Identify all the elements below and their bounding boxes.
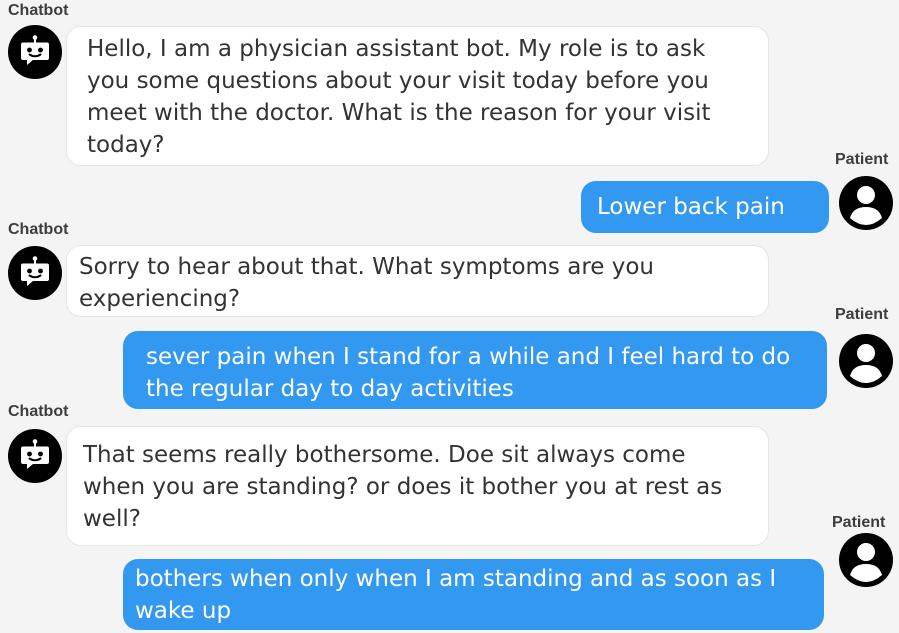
sender-label-patient: Patient (835, 151, 889, 168)
robot-icon (8, 429, 62, 483)
robot-icon (8, 246, 62, 300)
chatbot-message-bubble: Sorry to hear about that. What symptoms … (66, 245, 769, 317)
sender-label-chatbot: Chatbot (8, 2, 69, 19)
sender-label-chatbot: Chatbot (8, 403, 69, 420)
sender-label-patient: Patient (832, 514, 886, 531)
user-icon (839, 334, 893, 388)
chatbot-message-bubble: That seems really bothersome. Doe sit al… (66, 426, 769, 546)
patient-message-bubble: bothers when only when I am standing and… (123, 559, 824, 630)
patient-message-bubble: sever pain when I stand for a while and … (123, 331, 827, 409)
sender-label-chatbot: Chatbot (8, 221, 69, 238)
patient-message-bubble: Lower back pain (581, 181, 829, 233)
robot-icon (8, 25, 62, 79)
chatbot-message-bubble: Hello, I am a physician assistant bot. M… (66, 26, 769, 166)
chat-transcript: Chatbot Hello, I am a physician assistan… (0, 0, 899, 633)
user-icon (839, 176, 893, 230)
sender-label-patient: Patient (835, 306, 889, 323)
user-icon (839, 533, 893, 587)
